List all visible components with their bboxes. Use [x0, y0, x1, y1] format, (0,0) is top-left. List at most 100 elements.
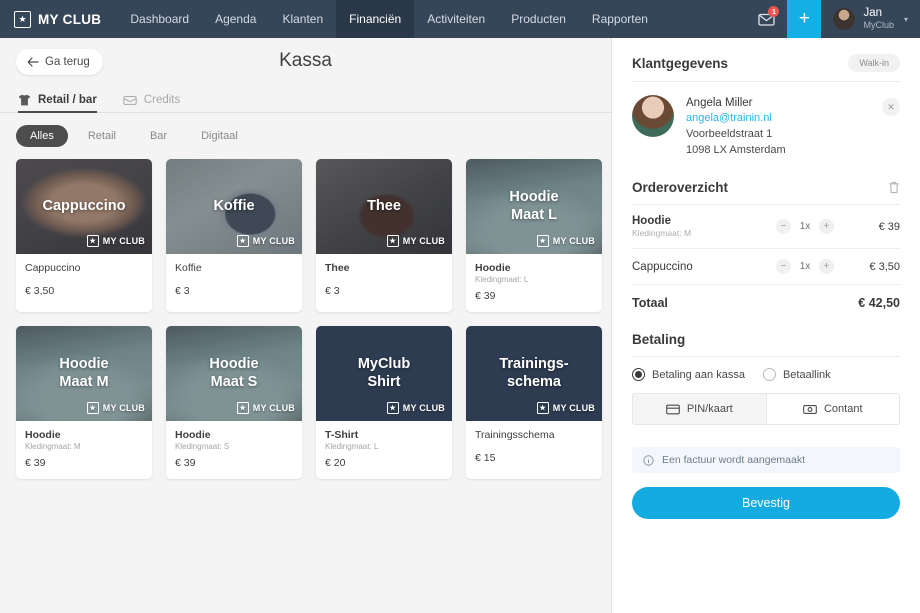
- product-name: T-Shirt: [325, 429, 359, 441]
- product-card[interactable]: MyClub Shirt ★ MY CLUB T-Shirt Kledingmaa…: [316, 326, 452, 479]
- left-header: Ga terug Kassa: [0, 38, 611, 86]
- avatar: [833, 8, 856, 30]
- myclub-badge-label: MY CLUB: [402, 403, 445, 413]
- myclub-badge: ★ MY CLUB: [236, 235, 295, 247]
- invoice-notice: Een factuur wordt aangemaakt: [632, 447, 900, 474]
- product-name: Thee: [325, 262, 350, 274]
- avatar: [632, 95, 674, 137]
- product-card[interactable]: Hoodie Maat M ★ MY CLUB Hoodie Kledingmaa…: [16, 326, 152, 479]
- product-price: € 3: [175, 285, 190, 297]
- star-icon: ★: [536, 235, 549, 247]
- checkout-panel: Klantgegevens Walk-in Angela Miller ange…: [612, 38, 920, 613]
- product-name: Koffie: [175, 262, 202, 274]
- product-image: Koffie ★ MY CLUB: [166, 159, 302, 254]
- nav-item-dashboard[interactable]: Dashboard: [117, 0, 202, 38]
- product-card[interactable]: Hoodie Maat S ★ MY CLUB Hoodie Kledingmaa…: [166, 326, 302, 479]
- product-card[interactable]: Thee ★ MY CLUB Thee € 3: [316, 159, 452, 312]
- nav-item-klanten[interactable]: Klanten: [269, 0, 336, 38]
- order-line-quantity: 1x: [799, 221, 811, 233]
- product-overlay-title: Thee: [367, 197, 401, 214]
- filter-digitaal[interactable]: Digitaal: [187, 125, 252, 147]
- payment-method-pin[interactable]: PIN/kaart: [633, 394, 766, 425]
- star-icon: ★: [386, 235, 399, 247]
- radio-betaallink[interactable]: Betaallink: [762, 368, 831, 382]
- radio-betaling-aan-kassa[interactable]: Betaling aan kassa: [632, 368, 745, 382]
- brand-name: MY CLUB: [38, 11, 102, 27]
- payment-method-group: PIN/kaart Contant: [632, 393, 900, 426]
- payment-section-header: Betaling: [632, 332, 900, 356]
- myclub-badge-label: MY CLUB: [552, 403, 595, 413]
- page-title: Kassa: [279, 50, 332, 71]
- customer-details: Angela Miller angela@trainin.nl Voorbeel…: [632, 82, 900, 158]
- product-price: € 20: [325, 457, 346, 469]
- product-card[interactable]: Hoodie Maat L ★ MY CLUB Hoodie Kledingmaa…: [466, 159, 602, 312]
- product-info: Koffie € 3: [166, 254, 302, 307]
- myclub-badge-label: MY CLUB: [102, 236, 145, 246]
- chevron-down-icon: ▾: [903, 14, 908, 24]
- product-price: € 15: [475, 452, 496, 464]
- info-icon: [643, 454, 654, 466]
- brand-logo[interactable]: ★ MY CLUB: [0, 0, 117, 38]
- order-line: Cappuccino − 1x + € 3,50: [632, 249, 900, 286]
- myclub-badge: ★ MY CLUB: [536, 235, 595, 247]
- walkin-badge[interactable]: Walk-in: [848, 54, 900, 72]
- product-price: € 39: [475, 290, 496, 302]
- myclub-badge: ★ MY CLUB: [86, 235, 145, 247]
- product-info: Hoodie Kledingmaat: M € 39: [16, 421, 152, 479]
- product-variant: Kledingmaat: S: [175, 442, 230, 451]
- star-icon: ★: [536, 402, 549, 414]
- product-variant: Kledingmaat: L: [325, 442, 379, 451]
- messages-button[interactable]: 1: [745, 0, 787, 38]
- product-image: Hoodie Maat S ★ MY CLUB: [166, 326, 302, 421]
- myclub-badge: ★ MY CLUB: [386, 402, 445, 414]
- order-section-title: Orderoverzicht: [632, 180, 729, 196]
- decrease-quantity-button[interactable]: −: [776, 219, 791, 235]
- trash-icon[interactable]: [888, 181, 900, 194]
- close-circle-icon[interactable]: ✕: [882, 98, 900, 116]
- confirm-button[interactable]: Bevestig: [632, 487, 900, 520]
- star-icon: ★: [236, 402, 249, 414]
- user-menu[interactable]: Jan MyClub ▾: [821, 0, 920, 38]
- invoice-notice-text: Een factuur wordt aangemaakt: [662, 454, 806, 467]
- nav-item-rapporten[interactable]: Rapporten: [579, 0, 661, 38]
- increase-quantity-button[interactable]: +: [819, 259, 834, 275]
- nav-item-producten[interactable]: Producten: [498, 0, 579, 38]
- product-name: Hoodie: [475, 262, 511, 274]
- decrease-quantity-button[interactable]: −: [776, 259, 791, 275]
- order-line-text: Hoodie Kledingmaat: M: [632, 215, 776, 238]
- filter-alles[interactable]: Alles: [16, 125, 68, 147]
- nav-item-financien[interactable]: Financiën: [336, 0, 415, 38]
- filter-bar[interactable]: Bar: [136, 125, 181, 147]
- product-overlay-title: Hoodie Maat S: [209, 356, 259, 390]
- order-line-name: Cappuccino: [632, 260, 693, 273]
- order-total-row: Totaal € 42,50: [632, 285, 900, 310]
- payment-method-contant[interactable]: Contant: [765, 394, 899, 425]
- order-line-name: Hoodie: [632, 215, 671, 228]
- tab-retail-bar[interactable]: Retail / bar: [18, 94, 97, 113]
- customer-section-title: Klantgegevens: [632, 55, 729, 71]
- star-icon: ★: [386, 402, 399, 414]
- product-price: € 3,50: [25, 285, 55, 297]
- main-nav-links: Dashboard Agenda Klanten Financiën Activ…: [117, 0, 661, 38]
- nav-item-agenda[interactable]: Agenda: [202, 0, 269, 38]
- customer-city: 1098 LX Amsterdam: [686, 143, 786, 156]
- nav-item-activiteiten[interactable]: Activiteiten: [414, 0, 498, 38]
- product-overlay-title: MyClub Shirt: [357, 356, 411, 390]
- product-info: Thee € 3: [316, 254, 452, 307]
- filter-retail[interactable]: Retail: [74, 125, 130, 147]
- increase-quantity-button[interactable]: +: [819, 219, 834, 235]
- product-card[interactable]: Cappuccino ★ MY CLUB Cappuccino € 3,50: [16, 159, 152, 312]
- product-card[interactable]: Trainings-schema ★ MY CLUB Trainingssche…: [466, 326, 602, 479]
- star-icon: ★: [86, 402, 99, 414]
- add-button[interactable]: +: [787, 0, 822, 38]
- tab-credits[interactable]: Credits: [123, 94, 180, 112]
- product-image: Trainings-schema ★ MY CLUB: [466, 326, 602, 421]
- product-variant: Kledingmaat: M: [25, 442, 81, 451]
- payment-method-pin-label: PIN/kaart: [686, 403, 733, 416]
- top-navigation-bar: ★ MY CLUB Dashboard Agenda Klanten Finan…: [0, 0, 920, 38]
- product-card[interactable]: Koffie ★ MY CLUB Koffie € 3: [166, 159, 302, 312]
- product-overlay-title: Trainings-schema: [499, 356, 569, 390]
- messages-badge: 1: [768, 6, 780, 17]
- order-section-header: Orderoverzicht: [632, 180, 900, 204]
- customer-email[interactable]: angela@trainin.nl: [686, 111, 786, 127]
